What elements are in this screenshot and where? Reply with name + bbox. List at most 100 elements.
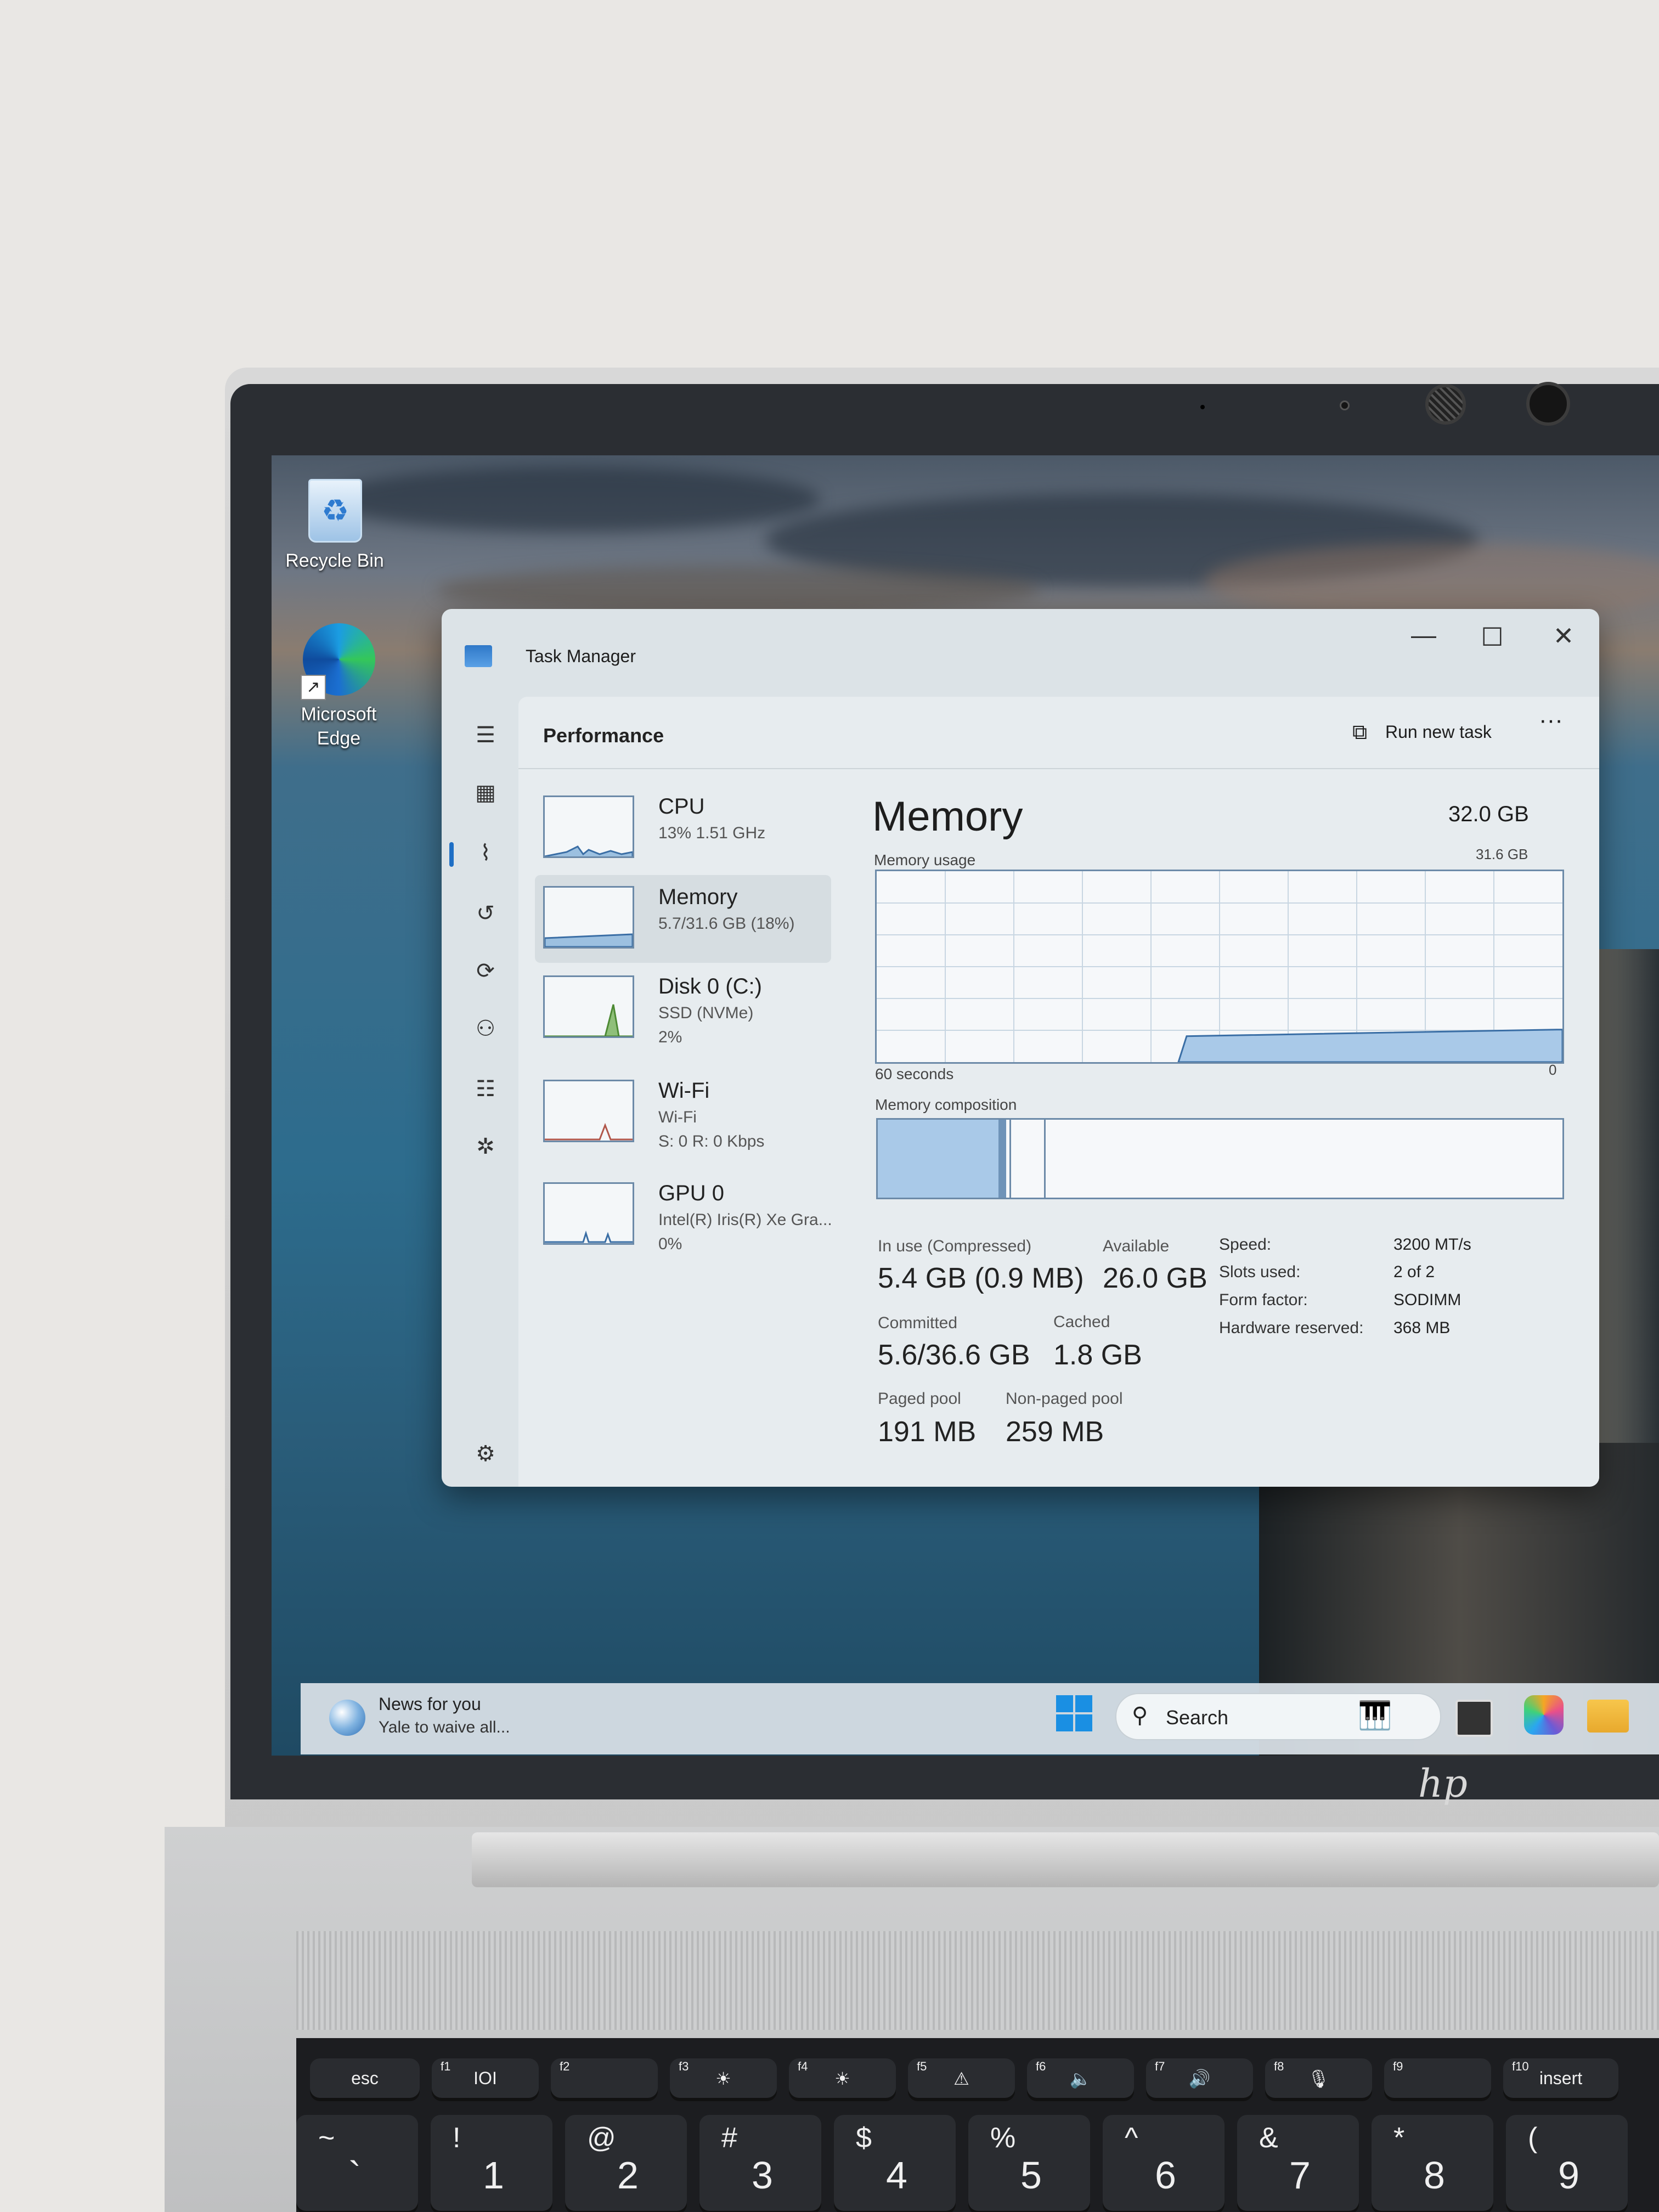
- number-key[interactable]: % 5: [968, 2115, 1090, 2211]
- task-manager-content: Performance ⧉ Run new task ··· CPU 13% 1…: [518, 697, 1599, 1487]
- function-key[interactable]: f8 🎙: [1265, 2058, 1372, 2098]
- startup-apps-icon[interactable]: ⟳: [466, 952, 505, 990]
- key-shift-label: &: [1259, 2122, 1278, 2154]
- users-icon[interactable]: ⚇: [466, 1009, 505, 1048]
- taskbar: News for you Yale to waive all... ⚲ Sear…: [301, 1683, 1659, 1754]
- recycle-bin-icon: ♻: [308, 479, 362, 543]
- key-shift-label: #: [721, 2122, 737, 2154]
- number-key[interactable]: #3: [699, 2115, 821, 2211]
- windows-logo-icon: [1056, 1695, 1092, 1731]
- function-key[interactable]: f5 ⚠: [908, 2058, 1015, 2098]
- sidebar-item-disk[interactable]: Disk 0 (C:) SSD (NVMe) 2%: [535, 964, 831, 1052]
- function-key[interactable]: f3 ☀: [670, 2058, 777, 2098]
- number-key[interactable]: @2: [565, 2115, 687, 2211]
- number-key[interactable]: & 7: [1237, 2115, 1359, 2211]
- paged-pool-value: 191 MB: [878, 1416, 977, 1448]
- key-label: insert: [1539, 2068, 1583, 2088]
- sidebar-item-cpu[interactable]: CPU 13% 1.51 GHz: [535, 785, 831, 872]
- processes-icon[interactable]: ▦: [466, 774, 505, 812]
- function-key[interactable]: f1 IOI: [432, 2058, 539, 2098]
- sidebar-item-title: CPU: [658, 794, 705, 819]
- key-label: 8: [1424, 2154, 1445, 2197]
- number-key[interactable]: ~ `: [296, 2115, 418, 2211]
- committed-label: Committed: [878, 1314, 958, 1332]
- function-key[interactable]: f4 ☀: [789, 2058, 896, 2098]
- minimize-button[interactable]: —: [1391, 620, 1457, 650]
- gpu-sparkline: [543, 1182, 634, 1245]
- sidebar-item-title: GPU 0: [658, 1181, 725, 1205]
- key-corner-label: f2: [560, 2059, 570, 2073]
- maximize-button[interactable]: ☐: [1459, 622, 1525, 652]
- settings-gear-icon[interactable]: ⚙: [466, 1435, 505, 1473]
- key-label: 2: [617, 2154, 639, 2197]
- search-label: Search: [1166, 1706, 1229, 1729]
- desktop-icon-label: Microsoft Edge: [301, 704, 377, 749]
- function-key[interactable]: esc: [310, 2058, 420, 2098]
- divider: [518, 768, 1599, 769]
- window-title: Task Manager: [526, 646, 636, 666]
- sidebar-item-detail: 2%: [658, 1028, 682, 1046]
- sidebar-item-detail: 13% 1.51 GHz: [658, 824, 766, 842]
- sensor-dot: [1200, 405, 1205, 409]
- performance-icon[interactable]: ⌇: [466, 834, 505, 872]
- hinge: [472, 1832, 1659, 1887]
- memory-usage-max: 31.6 GB: [1476, 846, 1528, 862]
- sidebar-item-memory[interactable]: Memory 5.7/31.6 GB (18%): [535, 875, 831, 963]
- time-span-label: 60 seconds: [875, 1065, 954, 1082]
- memory-usage-svg: [877, 871, 1564, 1063]
- number-key[interactable]: (9: [1506, 2115, 1628, 2211]
- key-shift-label: ^: [1125, 2122, 1138, 2154]
- copilot-icon[interactable]: [1524, 1695, 1564, 1735]
- function-key[interactable]: f2: [551, 2058, 658, 2098]
- details-icon[interactable]: ☷: [466, 1070, 505, 1108]
- news-widget[interactable]: [329, 1700, 368, 1738]
- key-label: 5: [1020, 2154, 1042, 2197]
- task-manager-window[interactable]: Task Manager — ☐ ✕ ☰ ▦ ⌇ ↺ ⟳ ⚇ ☷ ✲ ⚙ Per…: [442, 609, 1599, 1487]
- app-history-icon[interactable]: ↺: [466, 894, 505, 933]
- composition-modified: [998, 1120, 1006, 1198]
- number-key[interactable]: ^ 6: [1103, 2115, 1224, 2211]
- close-button[interactable]: ✕: [1531, 621, 1596, 651]
- more-options-button[interactable]: ···: [1539, 707, 1563, 734]
- memory-usage-label: Memory usage: [874, 851, 976, 868]
- function-key[interactable]: f9: [1384, 2058, 1491, 2098]
- section-title: Performance: [543, 724, 664, 747]
- function-key[interactable]: f6 🔈: [1027, 2058, 1134, 2098]
- sidebar-item-wifi[interactable]: Wi-Fi Wi-Fi S: 0 R: 0 Kbps: [535, 1069, 831, 1156]
- memory-sparkline: [543, 886, 634, 949]
- sidebar-item-detail: 5.7/31.6 GB (18%): [658, 915, 795, 933]
- taskbar-search-box[interactable]: ⚲ Search 🎹: [1115, 1693, 1441, 1740]
- key-label: 🔈: [1069, 2069, 1092, 2089]
- start-button[interactable]: [1055, 1694, 1093, 1733]
- composition-standby: [1009, 1120, 1046, 1198]
- key-label: 🔊: [1188, 2069, 1211, 2089]
- number-key[interactable]: * 8: [1372, 2115, 1493, 2211]
- available-label: Available: [1103, 1237, 1170, 1255]
- news-title: News for you: [379, 1694, 481, 1714]
- property-value: 368 MB: [1393, 1319, 1451, 1337]
- run-new-task-label: Run new task: [1385, 722, 1492, 742]
- file-explorer-icon[interactable]: [1587, 1700, 1629, 1733]
- time-zero-label: 0: [1549, 1062, 1557, 1078]
- key-label: `: [348, 2154, 362, 2197]
- number-key[interactable]: $4: [834, 2115, 956, 2211]
- run-new-task-button[interactable]: ⧉ Run new task: [1352, 712, 1511, 751]
- available-value: 26.0 GB: [1103, 1262, 1207, 1294]
- function-key[interactable]: f7 🔊: [1146, 2058, 1253, 2098]
- in-use-value: 5.4 GB (0.9 MB): [878, 1262, 1084, 1294]
- number-key[interactable]: ! 1: [431, 2115, 552, 2211]
- sidebar-item-gpu[interactable]: GPU 0 Intel(R) Iris(R) Xe Gra... 0%: [535, 1171, 832, 1259]
- key-label: 9: [1558, 2154, 1579, 2197]
- non-paged-pool-label: Non-paged pool: [1006, 1390, 1123, 1408]
- function-key[interactable]: f10 insert: [1503, 2058, 1618, 2098]
- paged-pool-label: Paged pool: [878, 1390, 961, 1408]
- memory-total: 32.0 GB: [1448, 802, 1529, 826]
- key-shift-label: *: [1393, 2122, 1405, 2154]
- hamburger-menu-icon[interactable]: ☰: [466, 716, 505, 754]
- sidebar-item-detail: Wi-Fi: [658, 1108, 697, 1126]
- active-nav-indicator: [449, 842, 454, 867]
- key-shift-label: $: [856, 2122, 872, 2154]
- services-icon[interactable]: ✲: [466, 1127, 505, 1166]
- property-label: Hardware reserved:: [1219, 1319, 1364, 1337]
- task-view-icon[interactable]: [1455, 1700, 1493, 1737]
